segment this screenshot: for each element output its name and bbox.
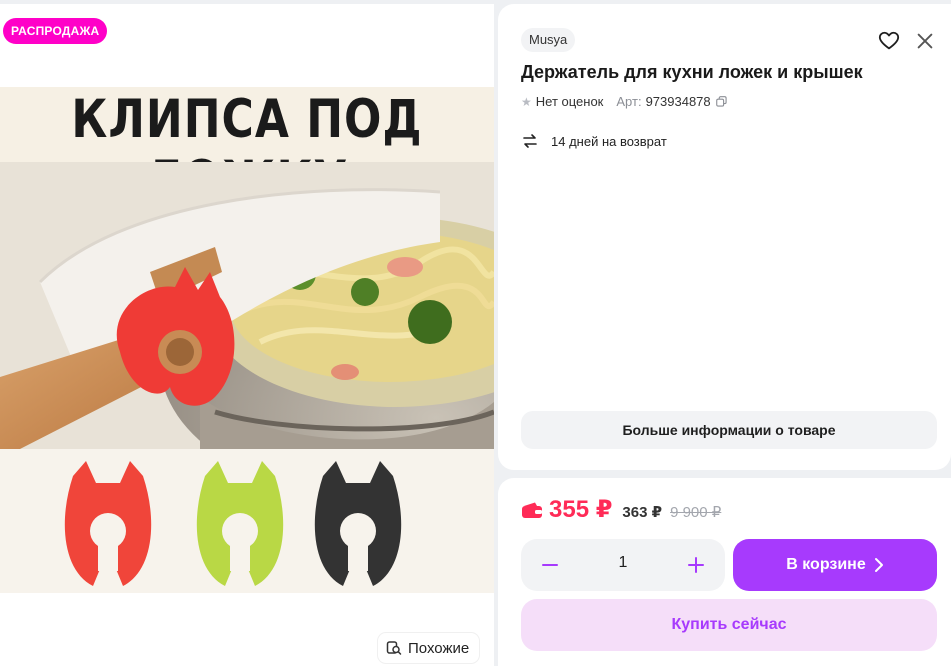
product-image[interactable]: КЛИПСА ПОД ЛОЖКУ: [0, 87, 494, 593]
product-gallery[interactable]: РАСПРОДАЖА КЛИПСА ПОД ЛОЖКУ: [0, 4, 494, 666]
price-row: 355 ₽ 363 ₽ 9 900 ₽: [521, 495, 721, 524]
in-cart-button[interactable]: В корзине: [733, 539, 937, 591]
plus-icon[interactable]: [685, 554, 707, 576]
similar-button[interactable]: Похожие: [378, 633, 480, 663]
original-price: 9 900 ₽: [670, 504, 722, 521]
returns-text: 14 дней на возврат: [551, 133, 667, 149]
product-title: Держатель для кухни ложек и крышек: [521, 62, 863, 82]
heart-icon[interactable]: [878, 30, 900, 52]
price-without-wallet: 363 ₽: [622, 504, 663, 521]
chevron-right-icon: [874, 558, 883, 572]
return-arrows-icon: [523, 134, 537, 148]
minus-icon[interactable]: [539, 554, 561, 576]
product-meta: ★ Нет оценок Арт: 973934878: [521, 94, 727, 109]
returns-info: 14 дней на возврат: [521, 132, 667, 150]
quantity-value: 1: [618, 554, 628, 571]
sale-badge: РАСПРОДАЖА: [3, 18, 108, 44]
star-icon: ★: [521, 94, 532, 109]
close-icon[interactable]: [914, 30, 936, 52]
similar-label: Похожие: [408, 639, 470, 657]
more-info-button[interactable]: Больше информации о товаре: [521, 411, 937, 449]
quantity-stepper: 1: [521, 539, 725, 591]
purchase-panel: 355 ₽ 363 ₽ 9 900 ₽ 1 В корзине Купить с…: [498, 478, 951, 666]
current-price: 355 ₽: [549, 496, 613, 523]
copy-icon[interactable]: [715, 96, 727, 107]
wallet-icon: [522, 502, 542, 518]
product-photo: [0, 162, 494, 449]
article-label: Арт:: [616, 94, 642, 109]
buy-now-button[interactable]: Купить сейчас: [521, 599, 937, 651]
similar-icon: [386, 641, 402, 655]
brand-chip[interactable]: Musya: [521, 28, 576, 52]
product-info-panel: Musya Держатель для кухни ложек и крышек…: [498, 4, 951, 470]
clip-color-variants: [0, 449, 494, 593]
rating-text[interactable]: Нет оценок: [536, 94, 604, 109]
cart-label: В корзине: [786, 556, 866, 573]
article-number: 973934878: [645, 94, 711, 109]
